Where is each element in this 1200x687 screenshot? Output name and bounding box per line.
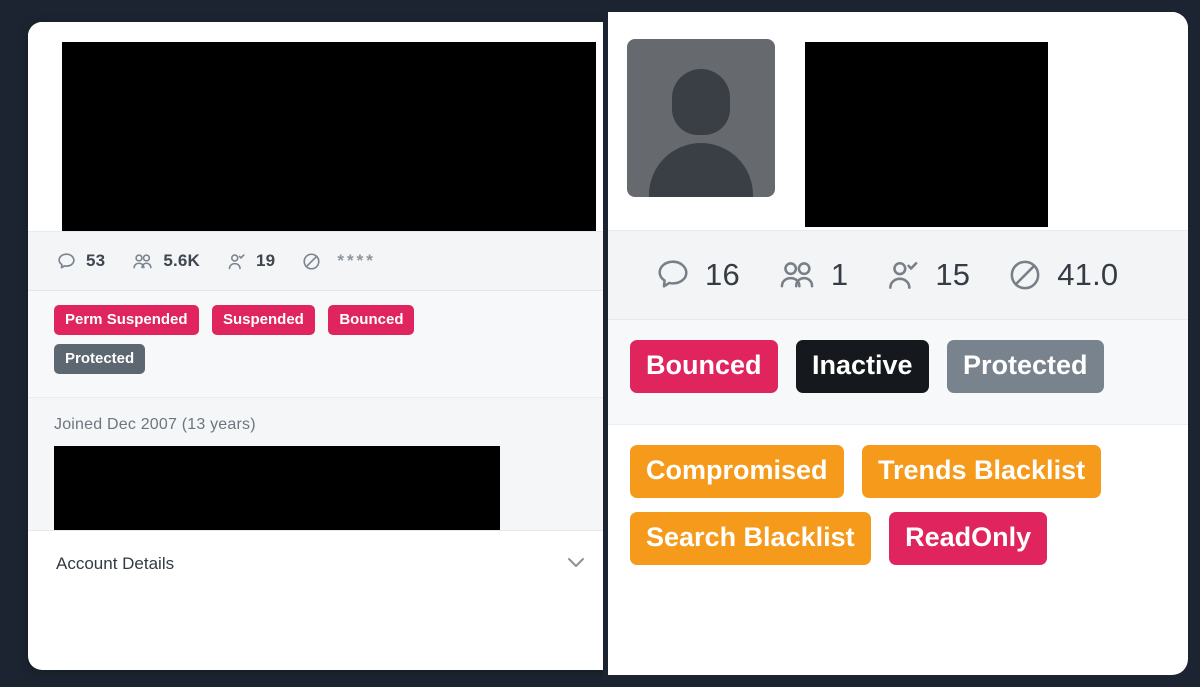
stat-tweets[interactable]: 53 [56, 251, 105, 272]
avatar[interactable] [627, 39, 775, 197]
redacted-profile-name [805, 42, 1048, 227]
person-check-icon [884, 256, 922, 294]
left-account-panel: 53 5.6K 19 **** Perm Suspended Suspended… [0, 0, 603, 687]
right-badge-group-primary: Bounced Inactive Protected [608, 320, 1188, 425]
redacted-account-detail-block [54, 446, 500, 530]
badge-protected[interactable]: Protected [946, 340, 1104, 393]
left-badge-group: Perm Suspended Suspended Bounced Protect… [28, 291, 603, 398]
badge-suspended[interactable]: Suspended [212, 305, 315, 335]
stat-followers-value: 1 [830, 257, 849, 292]
badge-search-blacklist[interactable]: Search Blacklist [630, 512, 871, 565]
right-account-panel: 16 1 15 41.0 Bounced Inactive Protected … [608, 0, 1200, 687]
badge-perm-suspended[interactable]: Perm Suspended [54, 305, 199, 335]
badge-bounced[interactable]: Bounced [630, 340, 778, 393]
right-badge-group-secondary: Compromised Trends Blacklist Search Blac… [608, 425, 1188, 605]
badge-trends-blacklist[interactable]: Trends Blacklist [861, 445, 1102, 498]
stat-blocked[interactable]: 41.0 [1006, 256, 1118, 294]
chevron-down-icon[interactable] [564, 550, 588, 579]
badge-protected[interactable]: Protected [54, 344, 146, 374]
left-profile-header [28, 22, 603, 231]
avatar-person-head-icon [672, 69, 730, 135]
stat-tweets-value: 53 [86, 251, 106, 270]
right-account-card: 16 1 15 41.0 Bounced Inactive Protected … [608, 12, 1188, 675]
stat-followers[interactable]: 5.6K [131, 251, 200, 272]
stat-tweets[interactable]: 16 [654, 256, 740, 294]
circle-slash-icon [1006, 256, 1044, 294]
people-group-icon [131, 251, 154, 272]
badge-bounced[interactable]: Bounced [328, 305, 415, 335]
speech-bubble-icon [654, 256, 692, 294]
left-account-card: 53 5.6K 19 **** Perm Suspended Suspended… [28, 22, 603, 670]
badge-inactive[interactable]: Inactive [795, 340, 929, 393]
circle-slash-icon [301, 251, 322, 272]
left-stats-row: 53 5.6K 19 **** [28, 231, 603, 291]
left-joined-section: Joined Dec 2007 (13 years) [28, 398, 603, 530]
stat-tweets-value: 16 [705, 257, 740, 292]
panel-divider [603, 0, 608, 687]
stat-following[interactable]: 19 [226, 251, 275, 272]
stat-blocked-value: **** [337, 251, 376, 270]
badge-readonly[interactable]: ReadOnly [889, 512, 1048, 565]
right-profile-header [608, 12, 1188, 230]
account-details-label: Account Details [56, 554, 175, 573]
account-details-row[interactable]: Account Details [28, 530, 603, 597]
stat-followers-value: 5.6K [163, 251, 201, 270]
stat-blocked-value: 41.0 [1057, 257, 1119, 292]
stat-following[interactable]: 15 [884, 256, 970, 294]
people-group-icon [776, 256, 818, 294]
person-check-icon [226, 251, 247, 272]
right-stats-row: 16 1 15 41.0 [608, 230, 1188, 320]
stat-blocked[interactable]: **** [301, 251, 375, 272]
stat-following-value: 15 [935, 257, 971, 292]
redacted-profile-banner [62, 42, 596, 231]
badge-compromised[interactable]: Compromised [630, 445, 844, 498]
speech-bubble-icon [56, 251, 77, 272]
joined-date-label: Joined Dec 2007 (13 years) [54, 416, 256, 433]
stat-followers[interactable]: 1 [776, 256, 848, 294]
stat-following-value: 19 [256, 251, 276, 270]
screenshot-root: 53 5.6K 19 **** Perm Suspended Suspended… [0, 0, 1200, 687]
avatar-person-body-icon [649, 143, 753, 197]
